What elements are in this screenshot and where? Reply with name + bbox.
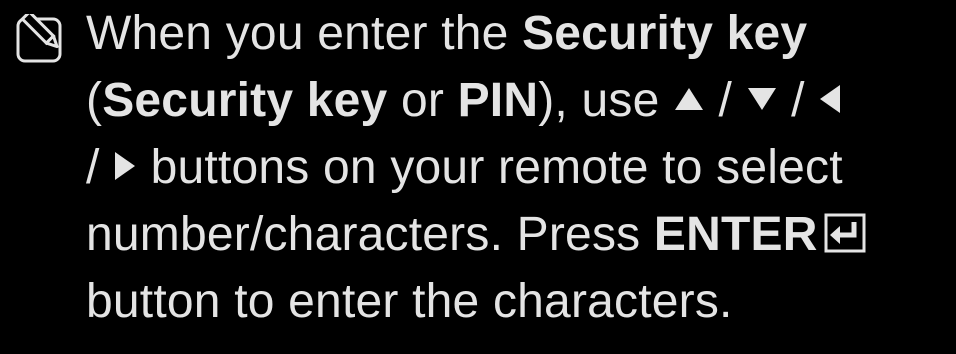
note-text: When you enter the Security key (Securit… [86,0,952,335]
up-arrow-icon [675,88,704,111]
slash-separator: / [86,141,114,194]
buttons-text: buttons on your remote to select [137,141,843,194]
note-line-4: number/characters. Press ENTER [86,201,952,268]
press-text: number/characters. Press [86,208,654,261]
note-line-2: (Security key or PIN), use / / [86,67,952,134]
open-paren: ( [86,74,103,127]
pin-term: PIN [457,74,539,127]
note-line-5: button to enter the characters. [86,268,952,335]
button-enter-text: button to enter the characters. [86,275,733,328]
note-line-1: When you enter the Security key [86,0,952,67]
security-key-term: Security key [522,7,808,60]
enter-term: ENTER [653,208,818,261]
note-line-1-text: When you enter the [86,7,523,60]
or-text: or [387,74,458,127]
right-arrow-icon [115,152,136,181]
note-line-3: / buttons on your remote to select [86,134,952,201]
enter-icon [824,213,866,253]
slash-separator: / [777,74,819,127]
use-text: ), use [538,74,674,127]
slash-separator: / [705,74,746,127]
down-arrow-icon [747,88,776,111]
note-pencil-icon [16,14,62,63]
left-arrow-icon [820,85,841,114]
security-key-term-2: Security key [102,74,388,127]
